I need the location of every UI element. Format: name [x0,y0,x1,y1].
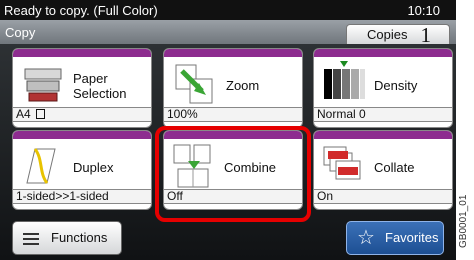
star-icon: ☆ [357,227,375,249]
combine-highlight-frame [155,126,311,222]
collate-label: Collate [374,160,415,175]
copies-field[interactable]: Copies 1 [346,23,450,47]
zoom-value: 100% [163,107,303,122]
zoom-icon [175,64,213,104]
favorites-label: Favorites [385,230,439,245]
figure-id: GB0001_01 [458,194,469,248]
functions-button[interactable]: Functions [12,221,122,255]
duplex-label: Duplex [73,160,114,175]
functions-label: Functions [51,230,108,245]
status-message: Ready to copy. (Full Color) [4,3,158,18]
density-value: Normal 0 [313,107,453,122]
paper-selection-label: Paper Selection [73,71,127,101]
copy-screen: Ready to copy. (Full Color) 10:10 Copy C… [0,0,474,260]
screen-title: Copy [5,25,36,40]
collate-icon [323,146,361,180]
status-time: 10:10 [407,3,440,18]
screen-header: Copy Copies 1 [0,20,456,47]
collate-value: On [313,189,453,204]
duplex-icon [26,148,56,184]
zoom-label: Zoom [226,78,260,93]
density-label: Density [374,78,418,93]
favorites-button[interactable]: ☆ Favorites [346,221,444,255]
duplex-value: 1-sided>>1-sided [12,189,152,204]
list-icon [23,233,39,245]
paper-orientation-icon [36,109,46,119]
copies-label: Copies [367,27,408,42]
status-bar: Ready to copy. (Full Color) 10:10 [0,0,456,20]
paper-tray-icon [24,68,62,102]
paper-selection-value: A4 [12,107,152,122]
density-icon [324,61,365,99]
